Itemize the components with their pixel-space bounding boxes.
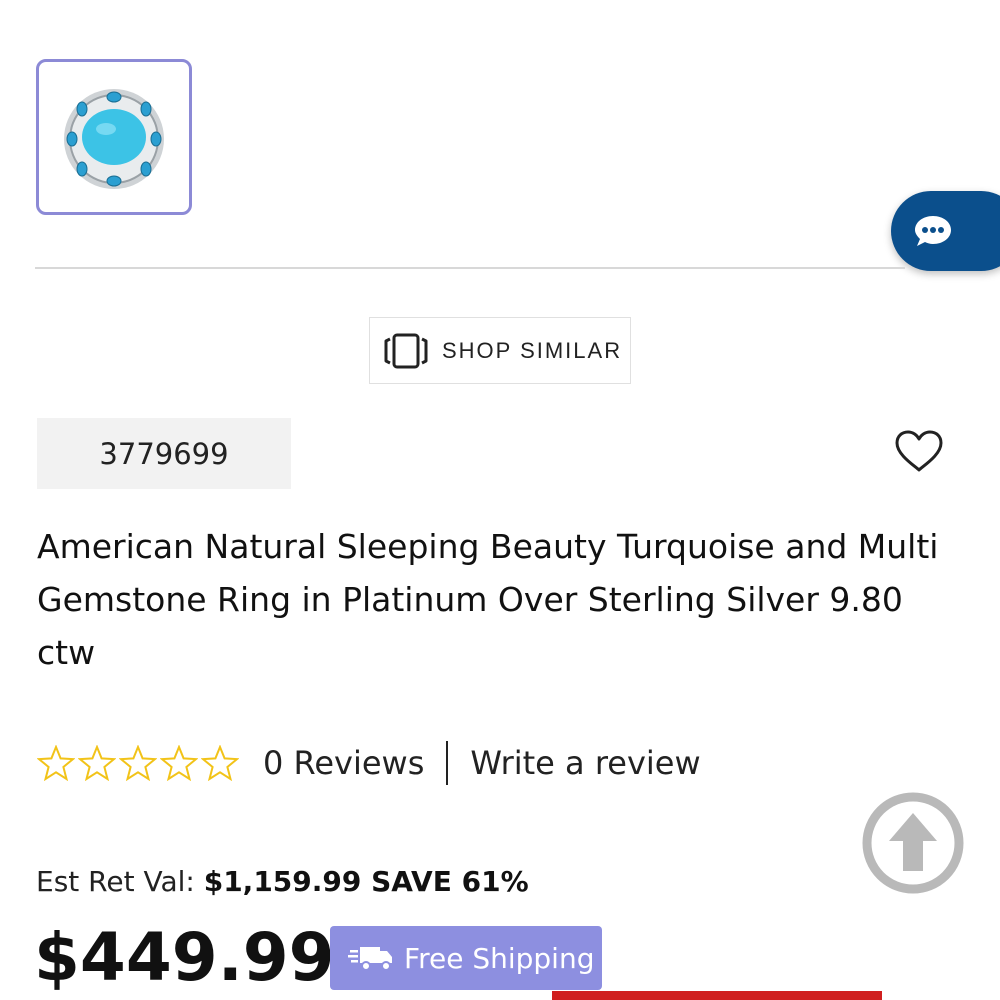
estimated-retail-value: Est Ret Val: $1,159.99 SAVE 61% (36, 865, 529, 898)
similar-cards-icon (384, 333, 428, 368)
write-review-link[interactable]: Write a review (470, 744, 700, 782)
chat-button[interactable] (891, 191, 1000, 271)
product-price: $449.99 (34, 919, 335, 996)
est-ret-val-amount: $1,159.99 SAVE 61% (203, 865, 529, 898)
star-icon (160, 745, 198, 781)
est-ret-val-label: Est Ret Val: (36, 865, 195, 898)
arrow-up-icon (862, 792, 964, 894)
scroll-to-top-button[interactable] (861, 791, 965, 895)
gallery-divider (35, 267, 905, 269)
star-icon (37, 745, 75, 781)
free-shipping-label: Free Shipping (404, 941, 595, 975)
star-rating[interactable] (37, 745, 239, 781)
ring-image (64, 89, 164, 189)
chat-bubble-icon (915, 216, 951, 246)
free-shipping-badge: Free Shipping (330, 926, 602, 990)
delivery-truck-icon (348, 947, 392, 971)
star-icon (78, 745, 116, 781)
rating-row: 0 Reviews Write a review (37, 735, 701, 791)
product-sku: 3779699 (37, 418, 291, 489)
rating-separator (446, 741, 449, 785)
add-to-cart-button-edge[interactable] (552, 991, 882, 1000)
shop-similar-button[interactable]: SHOP SIMILAR (369, 317, 631, 384)
shop-similar-label: SHOP SIMILAR (442, 337, 623, 363)
star-icon (119, 745, 157, 781)
reviews-count-link[interactable]: 0 Reviews (263, 744, 424, 782)
heart-icon (895, 430, 943, 472)
wishlist-button[interactable] (893, 428, 945, 474)
product-thumbnail[interactable] (36, 59, 192, 215)
star-icon (201, 745, 239, 781)
product-title: American Natural Sleeping Beauty Turquoi… (37, 527, 939, 672)
